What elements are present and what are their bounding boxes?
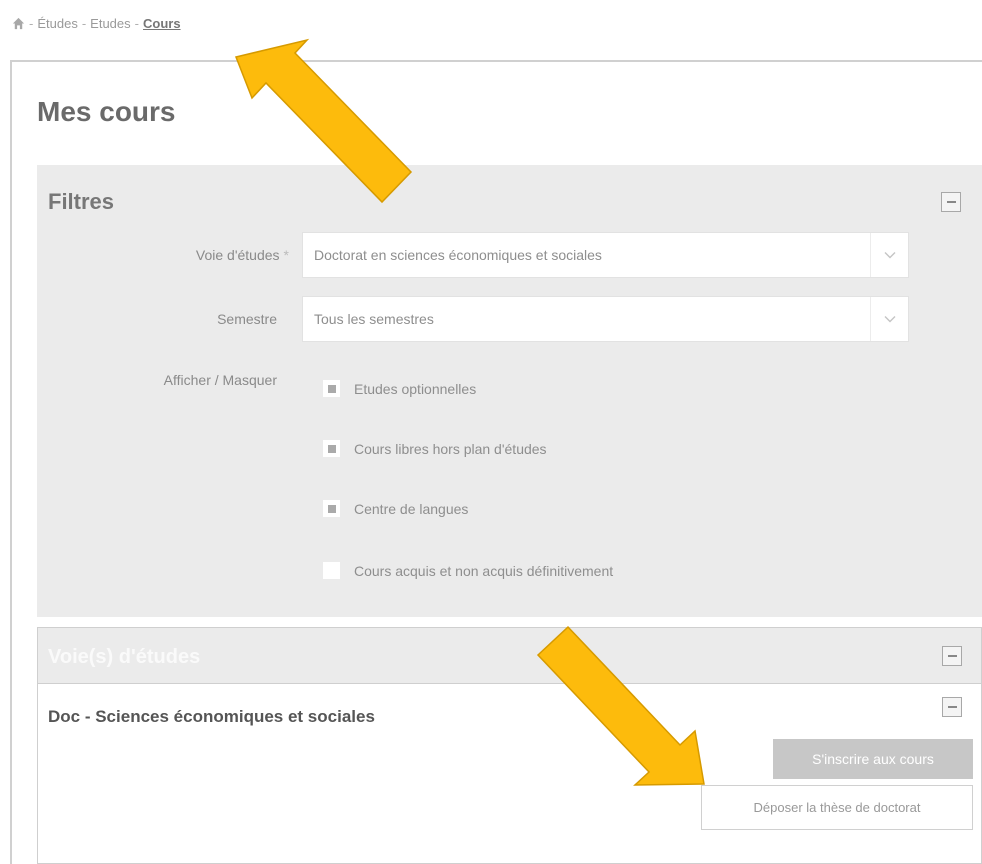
program-collapse-button[interactable] bbox=[942, 697, 962, 717]
breadcrumb: - Études - Etudes - Cours bbox=[12, 16, 181, 31]
page-title: Mes cours bbox=[37, 96, 176, 127]
voies-title: Voie(s) d'études bbox=[48, 646, 201, 668]
filters-collapse-button[interactable] bbox=[941, 192, 961, 212]
voie-select[interactable]: Doctorat en sciences économiques et soci… bbox=[302, 232, 909, 278]
program-title: Doc - Sciences économiques et sociales bbox=[48, 707, 375, 726]
option-cours-acquis[interactable]: Cours acquis et non acquis définitivemen… bbox=[323, 562, 613, 579]
chevron-down-icon[interactable] bbox=[870, 233, 908, 277]
submit-thesis-button[interactable]: Déposer la thèse de doctorat bbox=[701, 785, 973, 830]
option-centre-de-langues[interactable]: Centre de langues bbox=[323, 500, 468, 517]
option-label: Cours acquis et non acquis définitivemen… bbox=[354, 562, 614, 579]
breadcrumb-item-etudes-1[interactable]: Études bbox=[37, 16, 77, 31]
option-etudes-optionnelles[interactable]: Etudes optionnelles bbox=[323, 380, 476, 397]
checkbox-unchecked[interactable] bbox=[323, 562, 340, 579]
minus-icon bbox=[946, 201, 956, 203]
chevron-down-icon[interactable] bbox=[870, 297, 908, 341]
checkbox-checked[interactable] bbox=[323, 380, 340, 397]
semestre-label: Semestre bbox=[217, 311, 277, 327]
option-label: Etudes optionnelles bbox=[354, 380, 477, 397]
filters-panel: Filtres Voie d'études * Doctorat en scien… bbox=[37, 165, 982, 617]
voie-label: Voie d'études * bbox=[195, 247, 289, 263]
breadcrumb-separator: - bbox=[134, 16, 139, 31]
option-cours-libres[interactable]: Cours libres hors plan d'études bbox=[323, 440, 547, 457]
register-courses-button[interactable]: S'inscrire aux cours bbox=[773, 739, 973, 779]
checkbox-checked[interactable] bbox=[323, 440, 340, 457]
filters-title: Filtres bbox=[48, 189, 115, 214]
semestre-select-value: Tous les semestres bbox=[314, 311, 434, 327]
checkbox-checked[interactable] bbox=[323, 500, 340, 517]
breadcrumb-separator: - bbox=[81, 16, 87, 31]
toggle-label: Afficher / Masquer bbox=[163, 372, 277, 388]
voie-select-value: Doctorat en sciences économiques et soci… bbox=[314, 247, 602, 263]
option-label: Centre de langues bbox=[354, 500, 469, 517]
voies-panel: Voie(s) d'études Doc - Sciences économiq… bbox=[37, 627, 982, 864]
breadcrumb-item-cours[interactable]: Cours bbox=[143, 16, 181, 31]
minus-icon bbox=[947, 655, 957, 657]
breadcrumb-separator: - bbox=[29, 16, 34, 31]
voies-collapse-button[interactable] bbox=[942, 646, 962, 666]
option-label: Cours libres hors plan d'études bbox=[354, 440, 547, 457]
home-icon[interactable] bbox=[12, 17, 25, 30]
semestre-select[interactable]: Tous les semestres bbox=[302, 296, 909, 342]
breadcrumb-item-etudes-2[interactable]: Etudes bbox=[90, 16, 130, 31]
voies-header: Voie(s) d'études bbox=[38, 628, 981, 684]
minus-icon bbox=[947, 706, 957, 708]
